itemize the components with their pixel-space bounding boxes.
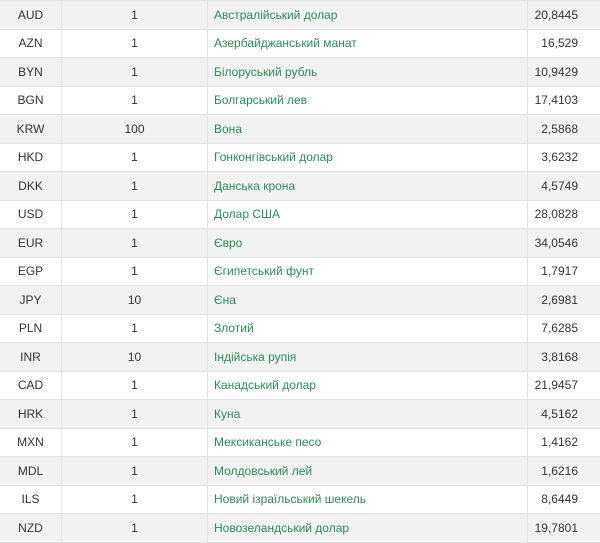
- unit-count: 1: [62, 200, 208, 228]
- unit-count: 1: [62, 371, 208, 399]
- exchange-rate: 16,529: [541, 36, 578, 51]
- table-row: NZD 1 Новозеландський долар 19,7801: [0, 514, 600, 543]
- exchange-rate: 20,8445: [534, 7, 578, 22]
- unit-count: 10: [62, 343, 208, 371]
- currency-code: DKK: [0, 172, 62, 200]
- currency-name-link[interactable]: Болгарський лев: [208, 86, 528, 114]
- unit-count: 1: [62, 143, 208, 171]
- currency-code: ILS: [0, 485, 62, 513]
- unit-count: 1: [62, 428, 208, 456]
- currency-code: AZN: [0, 29, 62, 57]
- exchange-rate: 17,4103: [534, 93, 578, 108]
- table-row: HRK 1 Куна 4,5162: [0, 400, 600, 429]
- table-row: KRW 100 Вона 2,5868: [0, 115, 600, 144]
- exchange-rate: 8,6449: [541, 492, 578, 507]
- currency-name-link[interactable]: Австралійський долар: [208, 1, 528, 29]
- unit-count: 1: [62, 86, 208, 114]
- currency-code: BGN: [0, 86, 62, 114]
- unit-count: 1: [62, 1, 208, 29]
- currency-code: MXN: [0, 428, 62, 456]
- table-row: HKD 1 Гонконгівський долар 3,6232: [0, 143, 600, 172]
- currency-name-link[interactable]: Новий ізраїльський шекель: [208, 485, 528, 513]
- table-row: ILS 1 Новий ізраїльський шекель 8,6449: [0, 485, 600, 514]
- currency-name-link[interactable]: Злотий: [208, 314, 528, 342]
- table-row: INR 10 Індійська рупія 3,8168: [0, 343, 600, 372]
- table-row: BYN 1 Білоруський рубль 10,9429: [0, 58, 600, 87]
- currency-name-link[interactable]: Мексиканське песо: [208, 428, 528, 456]
- currency-code: BYN: [0, 58, 62, 86]
- table-row: DKK 1 Данська крона 4,5749: [0, 172, 600, 201]
- unit-count: 10: [62, 286, 208, 314]
- table-row: CAD 1 Канадський долар 21,9457: [0, 371, 600, 400]
- currency-name-link[interactable]: Євро: [208, 229, 528, 257]
- currency-code: HKD: [0, 143, 62, 171]
- currency-code: CAD: [0, 371, 62, 399]
- table-row: EUR 1 Євро 34,0546: [0, 229, 600, 258]
- currency-code: PLN: [0, 314, 62, 342]
- table-row: MDL 1 Молдовський лей 1,6216: [0, 457, 600, 486]
- currency-code: NZD: [0, 514, 62, 542]
- currency-code: EUR: [0, 229, 62, 257]
- currency-name-link[interactable]: Білоруський рубль: [208, 58, 528, 86]
- currency-code: USD: [0, 200, 62, 228]
- exchange-rate: 1,6216: [541, 463, 578, 478]
- exchange-rate: 2,5868: [541, 121, 578, 136]
- unit-count: 1: [62, 257, 208, 285]
- table-row: AUD 1 Австралійський долар 20,8445: [0, 1, 600, 30]
- currency-code: KRW: [0, 115, 62, 143]
- table-row: BGN 1 Болгарський лев 17,4103: [0, 86, 600, 115]
- exchange-rate: 2,6981: [541, 292, 578, 307]
- table-row: PLN 1 Злотий 7,6285: [0, 314, 600, 343]
- exchange-rate: 1,4162: [541, 435, 578, 450]
- currency-code: MDL: [0, 457, 62, 485]
- unit-count: 1: [62, 172, 208, 200]
- currency-code: AUD: [0, 1, 62, 29]
- exchange-rate: 4,5162: [541, 406, 578, 421]
- exchange-rate: 4,5749: [541, 178, 578, 193]
- exchange-rate: 7,6285: [541, 321, 578, 336]
- exchange-rate: 10,9429: [534, 64, 578, 79]
- exchange-rate: 3,8168: [541, 349, 578, 364]
- unit-count: 1: [62, 314, 208, 342]
- exchange-rate: 19,7801: [534, 520, 578, 535]
- table-row: JPY 10 Єна 2,6981: [0, 286, 600, 315]
- unit-count: 1: [62, 457, 208, 485]
- currency-name-link[interactable]: Єна: [208, 286, 528, 314]
- unit-count: 1: [62, 29, 208, 57]
- unit-count: 100: [62, 115, 208, 143]
- currency-name-link[interactable]: Куна: [208, 400, 528, 428]
- currency-rates-table: AUD 1 Австралійський долар 20,8445 AZN 1 Азерб…: [0, 0, 600, 543]
- currency-code: HRK: [0, 400, 62, 428]
- currency-name-link[interactable]: Індійська рупія: [208, 343, 528, 371]
- currency-name-link[interactable]: Вона: [208, 115, 528, 143]
- unit-count: 1: [62, 485, 208, 513]
- currency-name-link[interactable]: Єгипетський фунт: [208, 257, 528, 285]
- currency-name-link[interactable]: Молдовський лей: [208, 457, 528, 485]
- table-row: AZN 1 Азербайджанський манат 16,529: [0, 29, 600, 58]
- currency-name-link[interactable]: Новозеландський долар: [208, 514, 528, 542]
- table-row: EGP 1 Єгипетський фунт 1,7917: [0, 257, 600, 286]
- exchange-rate: 3,6232: [541, 150, 578, 165]
- currency-code: JPY: [0, 286, 62, 314]
- unit-count: 1: [62, 514, 208, 542]
- exchange-rate: 34,0546: [534, 235, 578, 250]
- currency-code: INR: [0, 343, 62, 371]
- exchange-rate: 28,0828: [534, 207, 578, 222]
- exchange-rate: 21,9457: [534, 378, 578, 393]
- currency-name-link[interactable]: Данська крона: [208, 172, 528, 200]
- currency-code: EGP: [0, 257, 62, 285]
- currency-name-link[interactable]: Азербайджанський манат: [208, 29, 528, 57]
- currency-name-link[interactable]: Долар США: [208, 200, 528, 228]
- currency-name-link[interactable]: Канадський долар: [208, 371, 528, 399]
- table-row: USD 1 Долар США 28,0828: [0, 200, 600, 229]
- unit-count: 1: [62, 58, 208, 86]
- table-row: MXN 1 Мексиканське песо 1,4162: [0, 428, 600, 457]
- unit-count: 1: [62, 400, 208, 428]
- unit-count: 1: [62, 229, 208, 257]
- exchange-rate: 1,7917: [541, 264, 578, 279]
- currency-name-link[interactable]: Гонконгівський долар: [208, 143, 528, 171]
